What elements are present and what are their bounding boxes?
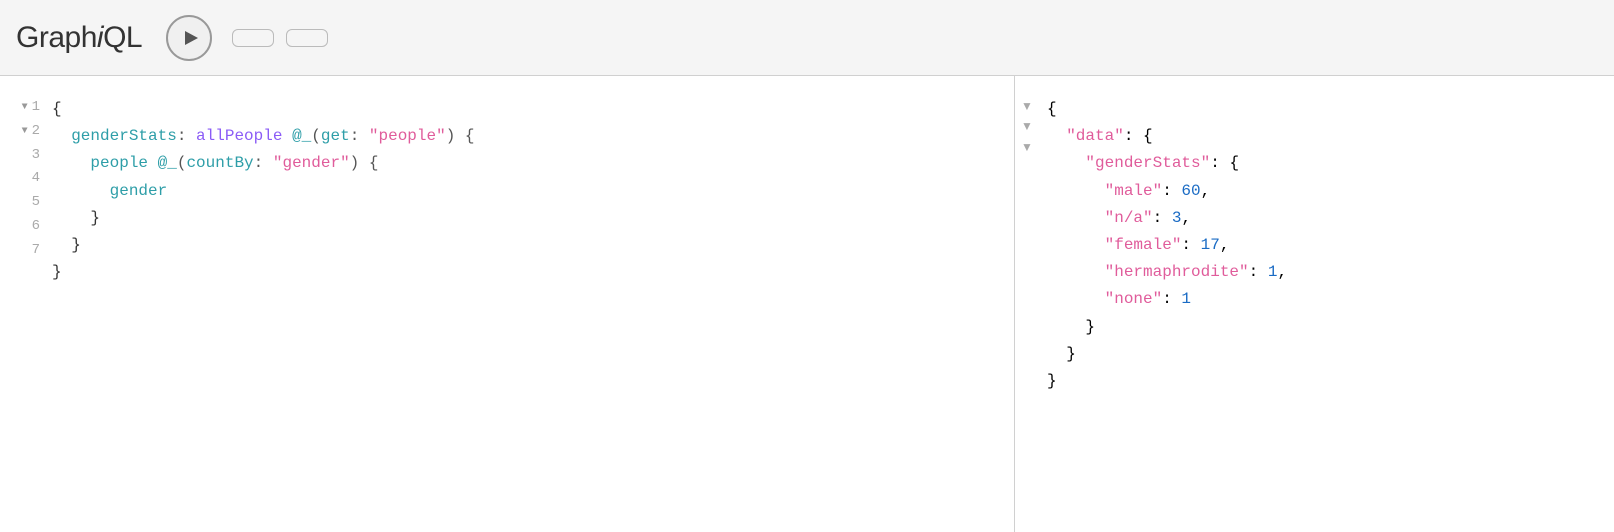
result-viewer[interactable]: { "data": { "genderStats": { "male": 60,…: [1015, 76, 1614, 532]
result-fold-indicator: [1015, 218, 1039, 238]
result-value: 3: [1172, 209, 1182, 227]
code-line: genderStats: allPeople @_(get: "people")…: [52, 123, 994, 150]
line-num-label: 6: [32, 215, 40, 239]
result-key: "genderStats": [1085, 154, 1210, 172]
result-line: "data": {: [1047, 123, 1594, 150]
result-fold-indicator: [1015, 239, 1039, 259]
result-key: "hermaphrodite": [1105, 263, 1249, 281]
fold-arrow-icon[interactable]: ▼: [18, 123, 28, 140]
result-line: "n/a": 3,: [1047, 205, 1594, 232]
result-fold-indicator[interactable]: ▼: [1015, 96, 1039, 116]
editor-panel: ▼1▼234567 { genderStats: allPeople @_(ge…: [0, 76, 1015, 532]
line-number: 6: [16, 215, 40, 239]
result-key: "none": [1105, 290, 1163, 308]
line-number: 7: [16, 239, 40, 263]
result-key: "data": [1066, 127, 1124, 145]
result-line: "none": 1: [1047, 286, 1594, 313]
history-button[interactable]: [286, 29, 328, 47]
line-number: 5: [16, 191, 40, 215]
result-fold-indicator: [1015, 157, 1039, 177]
result-line: {: [1047, 96, 1594, 123]
result-value: 1: [1268, 263, 1278, 281]
result-fold-indicator[interactable]: ▼: [1015, 116, 1039, 136]
result-fold-indicator[interactable]: ▼: [1015, 137, 1039, 157]
result-line: }: [1047, 341, 1594, 368]
code-line: }: [52, 259, 994, 286]
result-line: }: [1047, 314, 1594, 341]
prettify-button[interactable]: [232, 29, 274, 47]
main-content: ▼1▼234567 { genderStats: allPeople @_(ge…: [0, 76, 1614, 532]
play-icon: [183, 30, 199, 46]
line-num-label: 1: [32, 96, 40, 120]
line-number: 4: [16, 167, 40, 191]
line-num-label: 7: [32, 239, 40, 263]
result-fold-indicator: [1015, 300, 1039, 320]
result-fold-gutter: ▼▼▼: [1015, 76, 1039, 532]
result-key: "female": [1105, 236, 1182, 254]
code-line: }: [52, 205, 994, 232]
result-line: }: [1047, 368, 1594, 395]
fold-arrow-icon[interactable]: ▼: [18, 99, 28, 116]
result-line: "hermaphrodite": 1,: [1047, 259, 1594, 286]
line-number: ▼1: [16, 96, 40, 120]
code-line: people @_(countBy: "gender") {: [52, 150, 994, 177]
line-numbers: ▼1▼234567: [0, 76, 40, 532]
line-number: 3: [16, 144, 40, 168]
line-num-label: 2: [32, 120, 40, 144]
line-number: ▼2: [16, 120, 40, 144]
line-num-label: 4: [32, 167, 40, 191]
code-line: gender: [52, 178, 994, 205]
result-line: "genderStats": {: [1047, 150, 1594, 177]
play-button[interactable]: [166, 15, 212, 61]
app-logo: GraphiQL: [16, 21, 142, 55]
line-num-label: 5: [32, 191, 40, 215]
result-fold-indicator: [1015, 178, 1039, 198]
result-line: "female": 17,: [1047, 232, 1594, 259]
code-editor[interactable]: { genderStats: allPeople @_(get: "people…: [40, 76, 1014, 532]
line-num-label: 3: [32, 144, 40, 168]
result-key: "n/a": [1105, 209, 1153, 227]
result-line: "male": 60,: [1047, 178, 1594, 205]
result-fold-indicator: [1015, 198, 1039, 218]
code-line: }: [52, 232, 994, 259]
result-fold-indicator: [1015, 259, 1039, 279]
header: GraphiQL: [0, 0, 1614, 76]
code-line: {: [52, 96, 994, 123]
result-panel: ▼▼▼ { "data": { "genderStats": { "male":…: [1015, 76, 1614, 532]
result-fold-indicator: [1015, 280, 1039, 300]
result-key: "male": [1105, 182, 1163, 200]
result-value: 60: [1181, 182, 1200, 200]
result-value: 1: [1181, 290, 1191, 308]
result-value: 17: [1201, 236, 1220, 254]
